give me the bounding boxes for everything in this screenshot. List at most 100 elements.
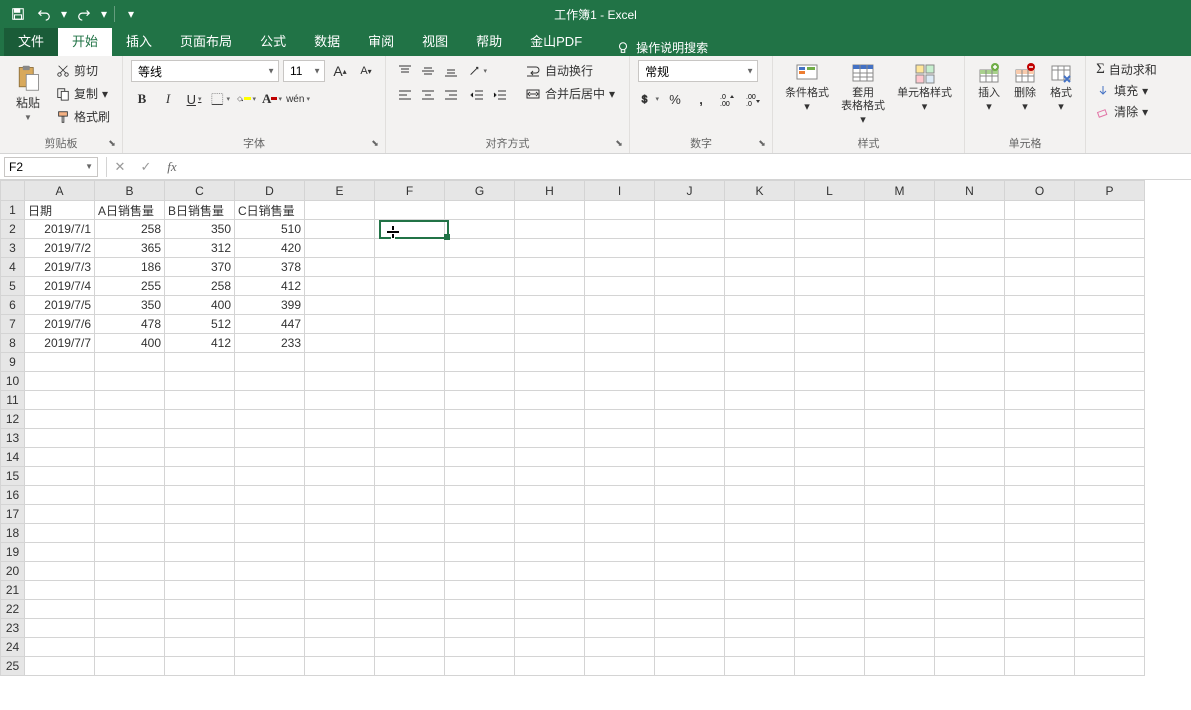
cell-N23[interactable] — [935, 619, 1005, 638]
cell-P14[interactable] — [1075, 448, 1145, 467]
cell-M8[interactable] — [865, 334, 935, 353]
dialog-launcher[interactable]: ⬊ — [106, 138, 118, 150]
cell-J10[interactable] — [655, 372, 725, 391]
row-header-17[interactable]: 17 — [1, 505, 25, 524]
cell-D1[interactable]: C日销售量 — [235, 201, 305, 220]
col-header-M[interactable]: M — [865, 181, 935, 201]
cell-J20[interactable] — [655, 562, 725, 581]
col-header-B[interactable]: B — [95, 181, 165, 201]
merge-center-button[interactable]: 合并后居中 ▾ — [519, 83, 621, 104]
cell-D18[interactable] — [235, 524, 305, 543]
cell-F13[interactable] — [375, 429, 445, 448]
cell-P1[interactable] — [1075, 201, 1145, 220]
cell-C10[interactable] — [165, 372, 235, 391]
cell-O7[interactable] — [1005, 315, 1075, 334]
cell-P13[interactable] — [1075, 429, 1145, 448]
cell-L8[interactable] — [795, 334, 865, 353]
dialog-launcher[interactable]: ⬊ — [369, 138, 381, 150]
cell-B6[interactable]: 350 — [95, 296, 165, 315]
cell-G9[interactable] — [445, 353, 515, 372]
cell-K1[interactable] — [725, 201, 795, 220]
cell-B18[interactable] — [95, 524, 165, 543]
cell-J3[interactable] — [655, 239, 725, 258]
cell-M25[interactable] — [865, 657, 935, 676]
tab-formulas[interactable]: 公式 — [246, 25, 300, 56]
cell-D10[interactable] — [235, 372, 305, 391]
cell-B8[interactable]: 400 — [95, 334, 165, 353]
cell-B10[interactable] — [95, 372, 165, 391]
cell-E9[interactable] — [305, 353, 375, 372]
cell-P19[interactable] — [1075, 543, 1145, 562]
cell-M7[interactable] — [865, 315, 935, 334]
row-header-9[interactable]: 9 — [1, 353, 25, 372]
cell-L14[interactable] — [795, 448, 865, 467]
col-header-I[interactable]: I — [585, 181, 655, 201]
cell-J25[interactable] — [655, 657, 725, 676]
cell-P5[interactable] — [1075, 277, 1145, 296]
cell-N11[interactable] — [935, 391, 1005, 410]
cell-G13[interactable] — [445, 429, 515, 448]
cell-G17[interactable] — [445, 505, 515, 524]
row-header-6[interactable]: 6 — [1, 296, 25, 315]
cell-D22[interactable] — [235, 600, 305, 619]
cell-G25[interactable] — [445, 657, 515, 676]
cell-I14[interactable] — [585, 448, 655, 467]
italic-button[interactable]: I — [157, 88, 179, 110]
cell-D4[interactable]: 378 — [235, 258, 305, 277]
cell-L20[interactable] — [795, 562, 865, 581]
cell-J22[interactable] — [655, 600, 725, 619]
cell-J12[interactable] — [655, 410, 725, 429]
cell-K3[interactable] — [725, 239, 795, 258]
cell-E15[interactable] — [305, 467, 375, 486]
cell-G8[interactable] — [445, 334, 515, 353]
cell-D16[interactable] — [235, 486, 305, 505]
cell-C4[interactable]: 370 — [165, 258, 235, 277]
tab-file[interactable]: 文件 — [4, 25, 58, 56]
align-right-button[interactable] — [440, 84, 462, 106]
select-all-button[interactable] — [1, 181, 25, 201]
cell-K23[interactable] — [725, 619, 795, 638]
name-box[interactable]: F2 ▼ — [4, 157, 98, 177]
accounting-format-button[interactable]: $▾ — [638, 88, 660, 110]
cell-J5[interactable] — [655, 277, 725, 296]
cell-M3[interactable] — [865, 239, 935, 258]
qat-customize[interactable]: ▾ — [119, 3, 143, 25]
cell-E16[interactable] — [305, 486, 375, 505]
cell-B11[interactable] — [95, 391, 165, 410]
cut-button[interactable]: 剪切 — [52, 60, 114, 81]
cell-H15[interactable] — [515, 467, 585, 486]
cell-M10[interactable] — [865, 372, 935, 391]
cell-L22[interactable] — [795, 600, 865, 619]
cell-M12[interactable] — [865, 410, 935, 429]
cell-B19[interactable] — [95, 543, 165, 562]
cell-F11[interactable] — [375, 391, 445, 410]
cell-E10[interactable] — [305, 372, 375, 391]
cell-H18[interactable] — [515, 524, 585, 543]
cell-B4[interactable]: 186 — [95, 258, 165, 277]
cell-A4[interactable]: 2019/7/3 — [25, 258, 95, 277]
cell-B25[interactable] — [95, 657, 165, 676]
align-center-button[interactable] — [417, 84, 439, 106]
cell-N3[interactable] — [935, 239, 1005, 258]
cell-B12[interactable] — [95, 410, 165, 429]
tab-insert[interactable]: 插入 — [112, 25, 166, 56]
cell-I5[interactable] — [585, 277, 655, 296]
cell-H10[interactable] — [515, 372, 585, 391]
tab-view[interactable]: 视图 — [408, 25, 462, 56]
row-header-21[interactable]: 21 — [1, 581, 25, 600]
row-header-23[interactable]: 23 — [1, 619, 25, 638]
cell-C24[interactable] — [165, 638, 235, 657]
cell-L7[interactable] — [795, 315, 865, 334]
font-size-select[interactable] — [283, 60, 325, 82]
cell-N10[interactable] — [935, 372, 1005, 391]
cell-I24[interactable] — [585, 638, 655, 657]
cell-H16[interactable] — [515, 486, 585, 505]
cell-J23[interactable] — [655, 619, 725, 638]
cell-P23[interactable] — [1075, 619, 1145, 638]
cell-M5[interactable] — [865, 277, 935, 296]
align-left-button[interactable] — [394, 84, 416, 106]
cell-O16[interactable] — [1005, 486, 1075, 505]
cell-A11[interactable] — [25, 391, 95, 410]
cell-B5[interactable]: 255 — [95, 277, 165, 296]
cell-F25[interactable] — [375, 657, 445, 676]
